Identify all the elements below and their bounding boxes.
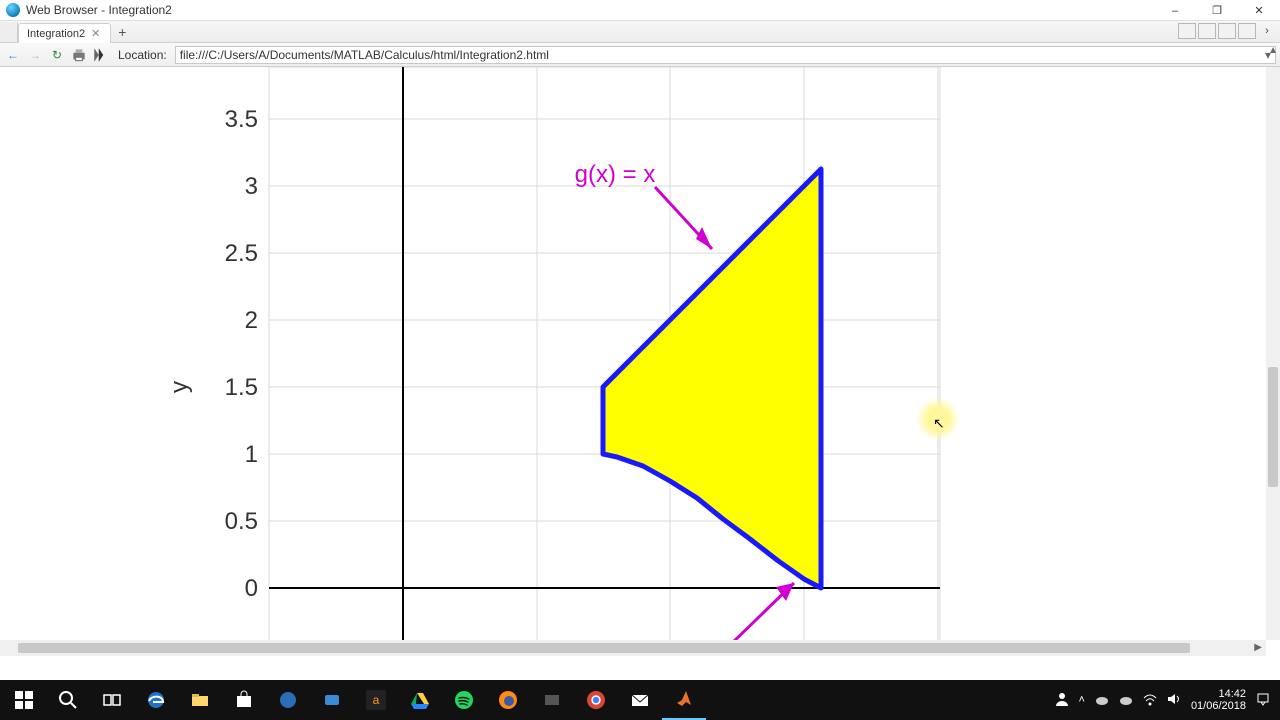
system-tray: ˄ 14:42 01/06/2018 xyxy=(1055,688,1279,712)
y-axis-label: y xyxy=(166,381,193,393)
find-button[interactable] xyxy=(92,46,110,64)
tray-chevron-icon[interactable]: ˄ xyxy=(1079,694,1085,706)
tray-people-icon[interactable] xyxy=(1055,692,1069,709)
annotation-gx: g(x) = x xyxy=(575,161,712,249)
tabstrip: Integration2 ✕ + › xyxy=(0,21,1280,43)
explorer-icon[interactable] xyxy=(178,680,222,720)
layout-buttons: › xyxy=(1178,23,1276,39)
spotify-icon[interactable] xyxy=(442,680,486,720)
matlab-icon[interactable] xyxy=(662,680,706,720)
svg-text:2.5: 2.5 xyxy=(225,240,258,267)
location-label: Location: xyxy=(114,48,171,62)
y-tick-labels: 0 0.5 1 1.5 2 2.5 3 3.5 xyxy=(225,106,258,602)
svg-text:2: 2 xyxy=(245,307,258,334)
scrollbar-thumb[interactable] xyxy=(1268,367,1278,487)
window-title: Web Browser - Integration2 xyxy=(26,3,172,17)
layout-single-button[interactable] xyxy=(1238,23,1256,39)
tray-clock[interactable]: 14:42 01/06/2018 xyxy=(1191,688,1246,712)
app-icon-3[interactable] xyxy=(530,680,574,720)
scroll-up-cue: ▲ xyxy=(1268,45,1278,56)
svg-text:1.5: 1.5 xyxy=(225,374,258,401)
store-icon[interactable] xyxy=(222,680,266,720)
scroll-right-icon[interactable]: ▶ xyxy=(1254,642,1262,653)
svg-text:0.5: 0.5 xyxy=(225,508,258,535)
tray-notifications-icon[interactable] xyxy=(1256,692,1270,709)
forward-button[interactable]: → xyxy=(26,46,44,64)
minimize-button[interactable]: – xyxy=(1154,0,1196,21)
tray-volume-icon[interactable] xyxy=(1167,692,1181,709)
tab-close-icon[interactable]: ✕ xyxy=(91,27,100,40)
annotation-lower-arrow xyxy=(730,583,794,640)
maximize-button[interactable]: ❐ xyxy=(1196,0,1238,21)
search-button[interactable] xyxy=(46,680,90,720)
scrollbar-thumb[interactable] xyxy=(18,643,1190,653)
clock-date: 01/06/2018 xyxy=(1191,700,1246,712)
app-icon xyxy=(6,3,20,17)
chart: 0 0.5 1 1.5 2 2.5 3 3.5 y g(x) = x xyxy=(0,67,1260,640)
svg-text:3.5: 3.5 xyxy=(225,106,258,133)
layout-split-v-button[interactable] xyxy=(1198,23,1216,39)
clock-time: 14:42 xyxy=(1191,688,1246,700)
firefox-icon[interactable] xyxy=(486,680,530,720)
vertical-scrollbar[interactable] xyxy=(1266,67,1280,640)
reload-button[interactable]: ↻ xyxy=(48,46,66,64)
mail-icon[interactable] xyxy=(618,680,662,720)
tray-wifi-icon[interactable] xyxy=(1143,692,1157,709)
location-bar[interactable]: file:///C:/Users/A/Documents/MATLAB/Calc… xyxy=(175,46,1276,64)
svg-text:3: 3 xyxy=(245,173,258,200)
toolbar: ← → ↻ Location: file:///C:/Users/A/Docum… xyxy=(0,43,1280,67)
content-area: 0 0.5 1 1.5 2 2.5 3 3.5 y g(x) = x ↖ xyxy=(0,67,1266,640)
layout-more-button[interactable]: › xyxy=(1258,23,1276,39)
gap xyxy=(0,656,1280,680)
back-button[interactable]: ← xyxy=(4,46,22,64)
start-button[interactable] xyxy=(2,680,46,720)
cursor-icon: ↖ xyxy=(933,415,945,432)
window-titlebar: Web Browser - Integration2 – ❐ ✕ xyxy=(0,0,1280,21)
horizontal-scrollbar[interactable]: ▶ xyxy=(0,640,1266,656)
svg-text:0: 0 xyxy=(245,575,258,602)
svg-text:1: 1 xyxy=(245,441,258,468)
svg-text:a: a xyxy=(373,693,380,707)
tab-label: Integration2 xyxy=(27,28,85,40)
tabstrip-lead xyxy=(0,22,18,42)
chrome-icon[interactable] xyxy=(574,680,618,720)
tab-integration2[interactable]: Integration2 ✕ xyxy=(18,23,111,43)
close-button[interactable]: ✕ xyxy=(1238,0,1280,21)
new-tab-button[interactable]: + xyxy=(111,22,133,42)
edge-icon[interactable] xyxy=(134,680,178,720)
location-value: file:///C:/Users/A/Documents/MATLAB/Calc… xyxy=(180,48,549,62)
layout-grid-button[interactable] xyxy=(1178,23,1196,39)
app-icon-2[interactable] xyxy=(310,680,354,720)
layout-split-h-button[interactable] xyxy=(1218,23,1236,39)
drive-icon[interactable] xyxy=(398,680,442,720)
tray-cloud-icon[interactable] xyxy=(1119,692,1133,709)
svg-text:g(x) = x: g(x) = x xyxy=(575,161,656,188)
filled-region xyxy=(603,169,821,588)
app-icon-1[interactable] xyxy=(266,680,310,720)
tray-onedrive-icon[interactable] xyxy=(1095,692,1109,709)
amazon-icon[interactable]: a xyxy=(354,680,398,720)
taskview-button[interactable] xyxy=(90,680,134,720)
taskbar: a ˄ 14:42 01/06/2018 xyxy=(0,680,1280,720)
print-button[interactable] xyxy=(70,46,88,64)
